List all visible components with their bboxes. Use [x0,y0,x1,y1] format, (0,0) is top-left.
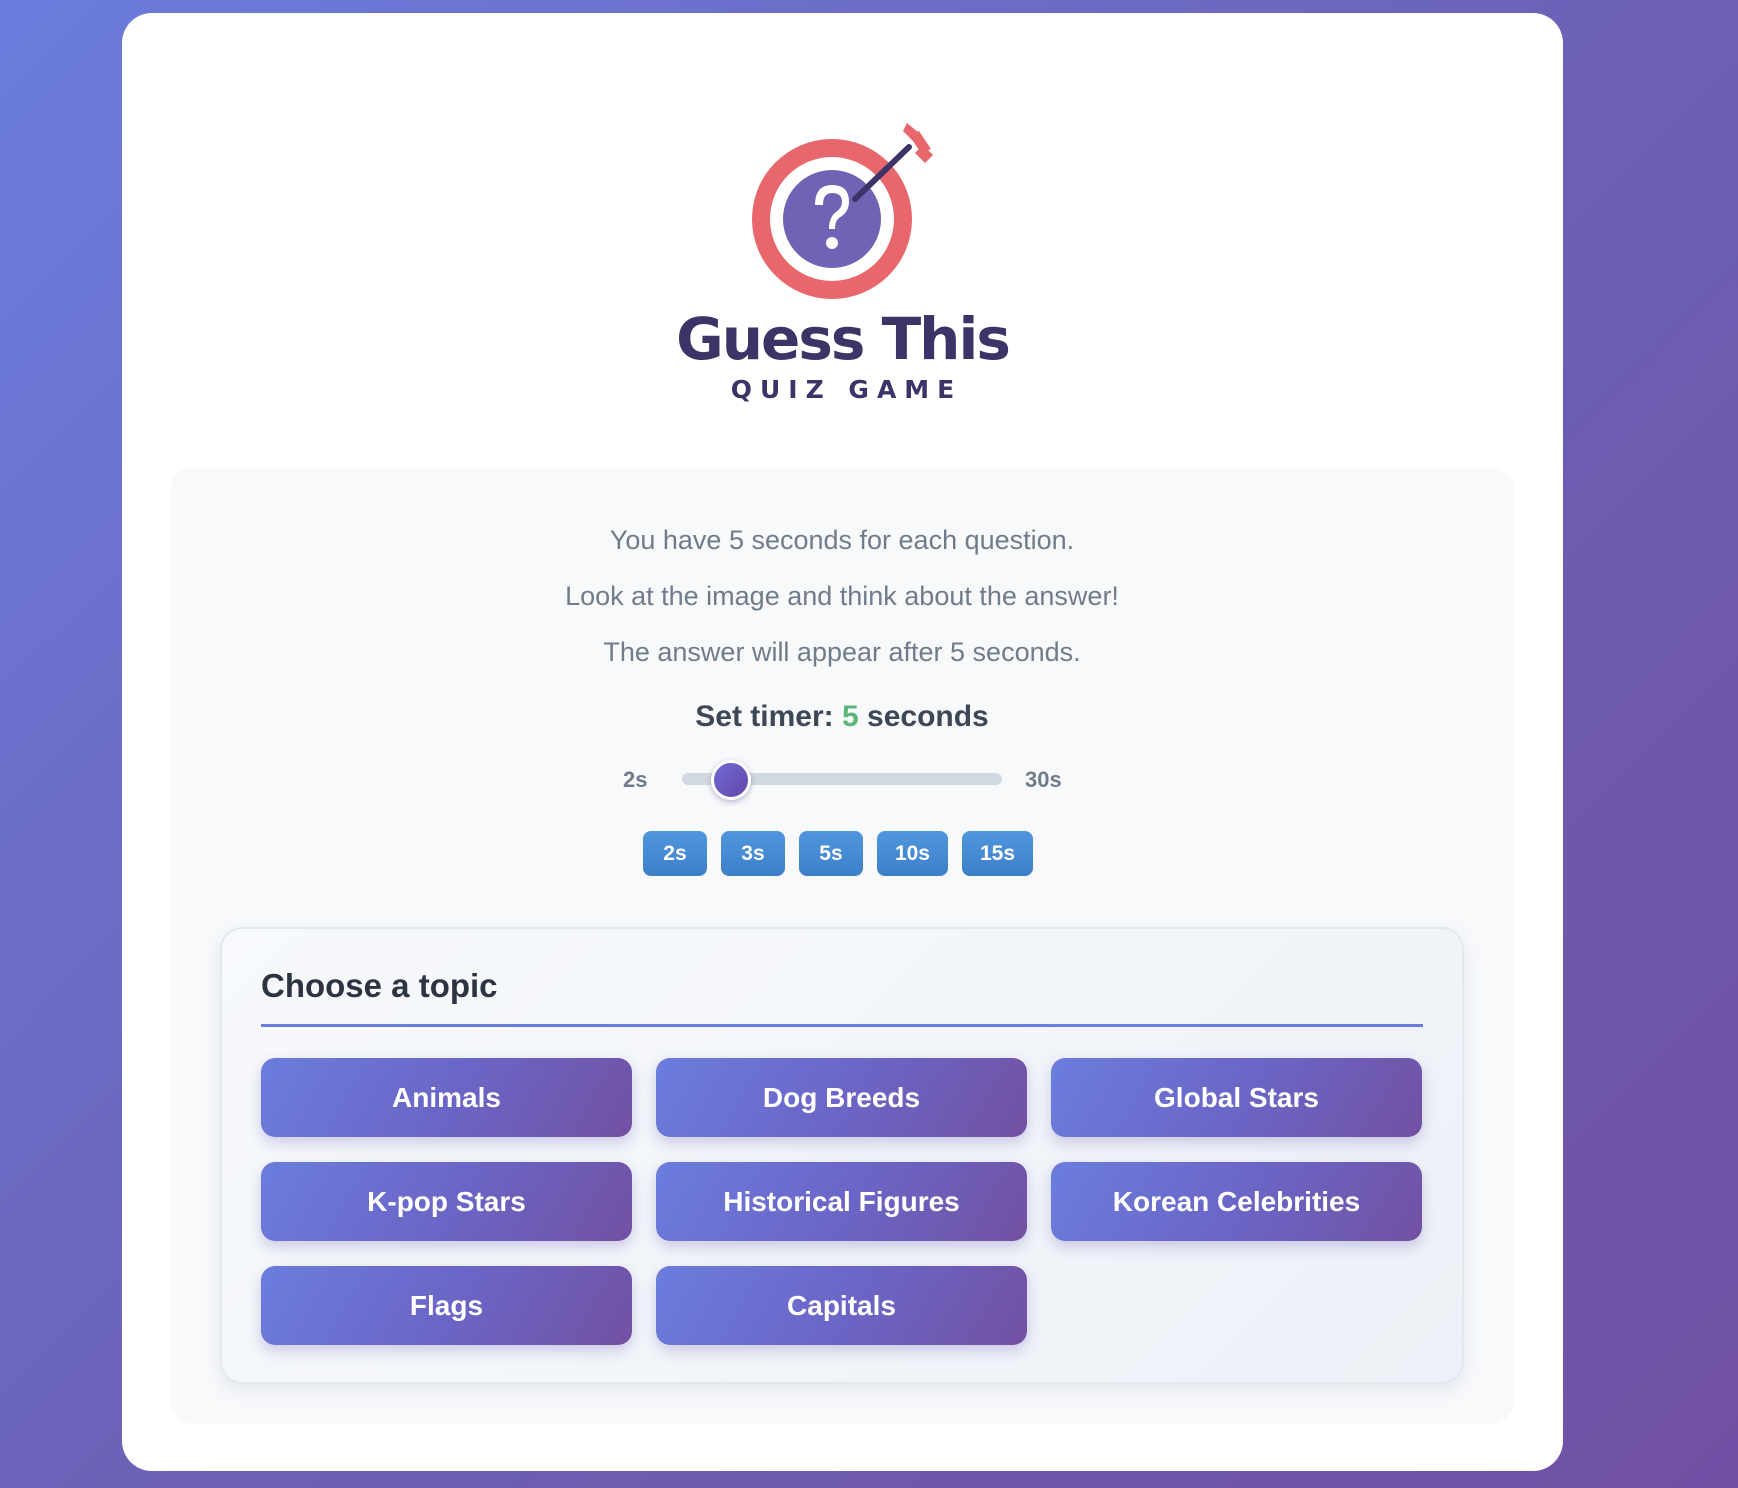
main-card: Guess This QUIZ GAME You have 5 seconds … [122,13,1563,1471]
app-subtitle: QUIZ GAME [730,375,963,404]
topic-divider [261,1024,1423,1027]
topic-grid: Animals Dog Breeds Global Stars K-pop St… [261,1058,1423,1345]
topic-button-flags[interactable]: Flags [261,1266,632,1345]
preset-10s-button[interactable]: 10s [876,831,948,876]
timer-label-prefix: Set timer: [695,700,834,733]
topic-chooser: Choose a topic Animals Dog Breeds Global… [220,927,1464,1384]
timer-label: Set timer: 5 seconds [170,700,1514,734]
topic-button-dog-breeds[interactable]: Dog Breeds [656,1058,1027,1137]
topic-button-global-stars[interactable]: Global Stars [1051,1058,1422,1137]
instruction-line-3: The answer will appear after 5 seconds. [603,637,1081,667]
preset-2s-button[interactable]: 2s [642,831,707,876]
slider-max-label: 30s [1025,767,1062,792]
timer-slider-row: 2s 30s [170,759,1514,800]
timer-value: 5 [841,700,859,733]
topic-button-kpop-stars[interactable]: K-pop Stars [261,1162,632,1241]
settings-panel: You have 5 seconds for each question. Lo… [170,467,1514,1424]
instruction-line-2: Look at the image and think about the an… [565,581,1119,611]
timer-label-suffix: seconds [867,700,989,733]
preset-15s-button[interactable]: 15s [962,831,1034,876]
slider-min-label: 2s [623,767,648,792]
instruction-line-1: You have 5 seconds for each question. [609,525,1075,555]
timer-slider-thumb[interactable] [711,760,751,800]
topic-button-capitals[interactable]: Capitals [656,1266,1027,1345]
topic-button-korean-celebrities[interactable]: Korean Celebrities [1051,1162,1422,1241]
timer-presets: 2s 3s 5s 10s 15s [170,831,1514,876]
preset-5s-button[interactable]: 5s [798,831,863,876]
app-title: Guess This [676,305,1011,373]
target-question-icon [751,123,933,299]
topic-button-historical-figures[interactable]: Historical Figures [656,1162,1027,1241]
preset-3s-button[interactable]: 3s [720,831,785,876]
topic-heading: Choose a topic [261,967,498,1004]
logo: Guess This QUIZ GAME [122,113,1563,405]
topic-button-animals[interactable]: Animals [261,1058,632,1137]
